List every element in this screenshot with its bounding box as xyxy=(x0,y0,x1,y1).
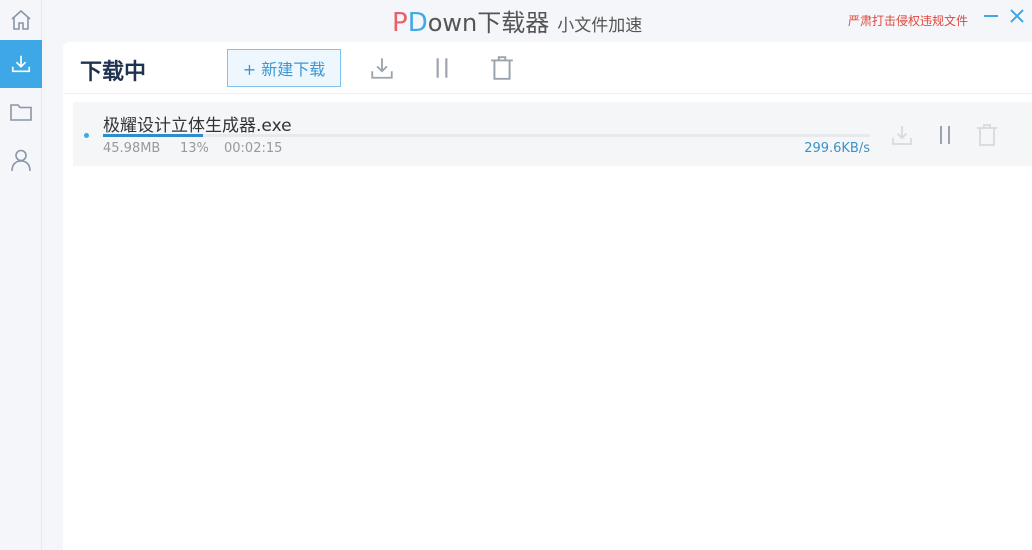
pause-icon xyxy=(436,58,448,78)
item-pause-button[interactable] xyxy=(932,122,958,148)
page-title: 下载中 xyxy=(80,60,147,85)
item-delete-button[interactable] xyxy=(974,122,1000,148)
download-meta: 45.98MB 13% 00:02:15 xyxy=(103,141,282,156)
logo-text: own下载器 xyxy=(427,9,550,37)
pause-icon xyxy=(940,126,950,144)
title-bar: P D own下载器 小文件加速 严肃打击侵权违规文件 xyxy=(42,0,1032,40)
close-icon xyxy=(1010,9,1024,23)
new-download-button[interactable]: + 新建下载 xyxy=(227,49,341,87)
download-item[interactable]: 极耀设计立体生成器.exe 45.98MB 13% 00:02:15 299.6… xyxy=(73,102,1032,166)
sidebar xyxy=(0,0,42,550)
start-all-button[interactable] xyxy=(367,53,397,83)
close-button[interactable] xyxy=(1006,5,1028,27)
elapsed-time: 00:02:15 xyxy=(224,141,283,156)
sidebar-item-completed[interactable] xyxy=(0,88,42,136)
status-dot xyxy=(84,133,89,138)
app-title: P D own下载器 小文件加速 xyxy=(392,3,642,38)
delete-all-button[interactable] xyxy=(487,53,517,83)
item-start-button[interactable] xyxy=(889,122,915,148)
download-icon xyxy=(892,126,912,145)
progress-fill xyxy=(103,134,203,137)
trash-icon xyxy=(491,56,513,80)
app-slogan: 小文件加速 xyxy=(557,16,643,36)
sidebar-item-account[interactable] xyxy=(0,136,42,184)
file-size: 45.98MB xyxy=(103,141,161,156)
app-window: P D own下载器 小文件加速 严肃打击侵权违规文件 下载中 + 新建下载 极… xyxy=(0,0,1032,550)
home-icon xyxy=(11,9,31,30)
progress-percent: 13% xyxy=(180,141,209,156)
infringement-warning: 严肃打击侵权违规文件 xyxy=(847,14,968,28)
minimize-icon xyxy=(984,15,998,17)
minimize-button[interactable] xyxy=(980,5,1002,27)
logo-letter-p: P xyxy=(392,8,408,38)
pause-all-button[interactable] xyxy=(427,53,457,83)
download-icon xyxy=(11,55,31,73)
sidebar-item-downloading[interactable] xyxy=(0,40,42,88)
download-speed: 299.6KB/s xyxy=(804,141,870,156)
download-icon xyxy=(371,58,393,79)
folder-icon xyxy=(10,104,32,121)
file-name: 极耀设计立体生成器.exe xyxy=(103,116,292,136)
logo-letter-d: D xyxy=(407,8,428,38)
user-icon xyxy=(11,149,31,172)
sidebar-item-home[interactable] xyxy=(0,0,42,40)
main-panel: 下载中 + 新建下载 极耀设计立体生成器.exe 45.98MB 13% 00:… xyxy=(63,42,1032,550)
progress-bar xyxy=(103,134,870,137)
toolbar: 下载中 + 新建下载 xyxy=(63,42,1032,94)
trash-icon xyxy=(977,124,997,146)
